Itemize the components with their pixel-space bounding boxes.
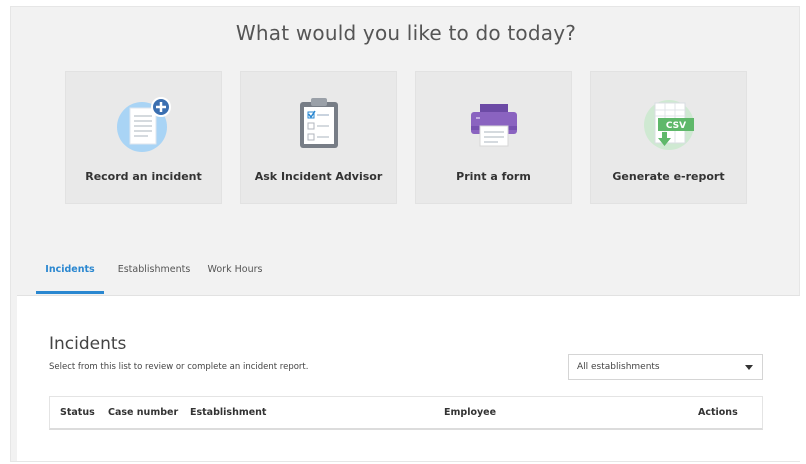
ask-incident-advisor-card[interactable]: Ask Incident Advisor — [240, 71, 397, 204]
column-header-status[interactable]: Status — [60, 407, 95, 418]
tab-establishments[interactable]: Establishments — [114, 259, 194, 294]
ask-incident-advisor-label: Ask Incident Advisor — [254, 170, 383, 183]
column-header-establishment[interactable]: Establishment — [190, 407, 266, 418]
incidents-table-header: Status Case number Establishment Employe… — [49, 396, 763, 430]
svg-text:CSV: CSV — [665, 121, 685, 131]
printer-icon — [465, 94, 523, 152]
csv-report-icon: CSV — [640, 94, 698, 152]
tab-work-hours[interactable]: Work Hours — [202, 259, 268, 294]
page-headline: What would you like to do today? — [235, 21, 577, 45]
chevron-down-icon — [745, 365, 753, 370]
panel-subtitle: Select from this list to review or compl… — [49, 362, 309, 372]
generate-e-report-label: Generate e-report — [612, 170, 725, 183]
main-frame: What would you like to do today? Record … — [10, 6, 800, 462]
print-form-label: Print a form — [456, 170, 531, 183]
column-header-actions: Actions — [698, 407, 738, 418]
tab-incidents[interactable]: Incidents — [36, 259, 104, 294]
establishment-filter-select[interactable]: All establishments — [568, 354, 763, 380]
generate-e-report-card[interactable]: CSV Generate e-report — [590, 71, 747, 204]
record-incident-icon — [115, 94, 173, 152]
panel-title: Incidents — [49, 334, 127, 354]
record-incident-label: Record an incident — [85, 170, 202, 183]
column-header-case-number[interactable]: Case number — [108, 407, 178, 418]
incidents-panel: Incidents Select from this list to revie… — [17, 295, 800, 461]
print-form-card[interactable]: Print a form — [415, 71, 572, 204]
record-incident-card[interactable]: Record an incident — [65, 71, 222, 204]
column-header-employee[interactable]: Employee — [444, 407, 496, 418]
establishment-filter-value: All establishments — [577, 362, 660, 372]
clipboard-checklist-icon — [290, 94, 348, 152]
